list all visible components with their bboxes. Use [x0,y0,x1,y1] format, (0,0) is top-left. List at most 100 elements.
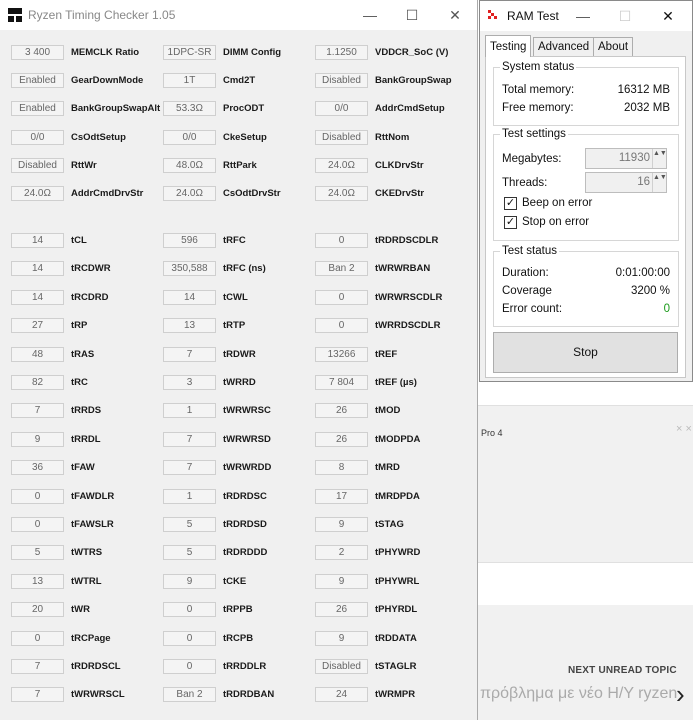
test-status-group: Test status Duration: 0:01:00:00 Coverag… [493,244,679,327]
value-field[interactable]: 13 [11,573,64,589]
value-field[interactable]: 0 [163,602,216,618]
value-field[interactable]: 27 [11,318,64,334]
value-field[interactable]: 350,588 [163,261,216,277]
value-field[interactable]: 24.0Ω [315,186,368,201]
stop-button[interactable]: Stop [493,332,678,373]
next-topic-link[interactable]: πρόβλημα με νέο Η/Υ ryzen [480,685,677,703]
beep-on-error-checkbox[interactable]: ✓ [504,197,517,210]
threads-spin-icon[interactable]: ▲▼ [652,173,667,192]
ramtest-title-bar[interactable]: RAM Test — ☐ ✕ [480,1,692,31]
value-field[interactable]: 7 [163,431,216,447]
value-field[interactable]: 5 [163,517,216,532]
parameter-label: tRAS [71,348,95,360]
value-field[interactable]: 0 [11,517,64,532]
value-field[interactable]: 3 400 [11,45,64,60]
value-field[interactable]: 26 [315,403,368,419]
value-field[interactable]: 1 [163,403,216,419]
value-field[interactable]: 7 [163,460,216,476]
value-field[interactable]: 26 [315,602,368,618]
value-field[interactable]: 53.3Ω [163,101,216,117]
value-field[interactable]: 1T [163,73,216,89]
value-field[interactable]: 0/0 [11,129,64,145]
value-field[interactable]: 8 [315,460,368,476]
megabytes-input[interactable]: 11930 ▲▼ [585,148,667,169]
value-field[interactable]: Ban 2 [315,261,368,277]
value-field[interactable]: 5 [11,545,64,561]
parameter-label: tRDDATA [375,632,417,644]
value-field[interactable]: Ban 2 [163,687,216,703]
title-bar[interactable]: Ryzen Timing Checker 1.05 — ☐ ✕ [0,0,477,30]
value-field[interactable]: 24.0Ω [163,186,216,201]
value-field[interactable]: Disabled [315,659,368,674]
value-field[interactable]: 7 [11,687,64,703]
value-field[interactable]: 1DPC-SR [163,45,216,60]
value-field[interactable]: 14 [163,289,216,305]
close-button[interactable]: ✕ [445,5,465,25]
value-field[interactable]: 0 [315,318,368,334]
value-field[interactable]: Enabled [11,101,64,117]
value-field[interactable]: 7 804 [315,375,368,390]
total-memory-label: Total memory: [502,84,575,96]
parameter-label: DIMM Config [223,47,282,58]
tab-advanced[interactable]: Advanced [533,37,595,56]
parameter-label: tRCDWR [71,263,111,275]
beep-on-error-label[interactable]: Beep on error [522,196,592,211]
value-field[interactable]: 26 [315,431,368,447]
value-field[interactable]: 7 [11,659,64,674]
parameter-label: tRFC (ns) [223,263,266,275]
parameter-label: tCWL [223,291,248,303]
ramtest-minimize-button[interactable]: — [573,6,593,26]
value-field[interactable]: 20 [11,602,64,618]
value-field[interactable]: 1.1250 [315,45,368,60]
value-field[interactable]: 0 [163,630,216,646]
value-field[interactable]: Disabled [315,129,368,145]
value-field[interactable]: 14 [11,289,64,305]
value-field[interactable]: 48 [11,346,64,362]
value-field[interactable]: Enabled [11,73,64,89]
value-field[interactable]: Disabled [315,73,368,89]
value-field[interactable]: 9 [163,573,216,589]
value-field[interactable]: 13266 [315,346,368,362]
value-field[interactable]: 7 [163,346,216,362]
value-field[interactable]: 82 [11,375,64,390]
value-field[interactable]: 1 [163,488,216,504]
value-field[interactable]: 0 [11,488,64,504]
value-field[interactable]: 9 [315,630,368,646]
value-field[interactable]: 13 [163,318,216,334]
value-field[interactable]: 5 [163,545,216,561]
ramtest-close-button[interactable]: ✕ [658,6,678,26]
value-field[interactable]: 36 [11,460,64,476]
stop-on-error-checkbox[interactable]: ✓ [504,216,517,229]
system-status-group: System status Total memory: 16312 MB Fre… [493,60,679,126]
stop-on-error-label[interactable]: Stop on error [522,215,589,230]
value-field[interactable]: 24.0Ω [11,186,64,201]
value-field[interactable]: 48.0Ω [163,157,216,173]
value-field[interactable]: 0/0 [315,101,368,117]
tab-testing[interactable]: Testing [485,35,532,57]
value-field[interactable]: 9 [315,573,368,589]
chevron-right-icon[interactable]: › [676,680,685,708]
tab-about[interactable]: About [593,37,634,56]
value-field[interactable]: 0 [163,659,216,674]
value-field[interactable]: Disabled [11,157,64,173]
value-field[interactable]: 24.0Ω [315,157,368,173]
value-field[interactable]: 0 [11,630,64,646]
value-field[interactable]: 9 [315,517,368,532]
forum-close-icon[interactable]: × × [676,423,692,435]
minimize-button[interactable]: — [360,5,380,25]
value-field[interactable]: 14 [11,261,64,277]
value-field[interactable]: 17 [315,488,368,504]
value-field[interactable]: 596 [163,233,216,248]
value-field[interactable]: 0 [315,289,368,305]
value-field[interactable]: 0 [315,233,368,248]
value-field[interactable]: 3 [163,375,216,390]
maximize-button[interactable]: ☐ [402,5,422,25]
value-field[interactable]: 14 [11,233,64,248]
threads-input[interactable]: 16 ▲▼ [585,172,667,193]
value-field[interactable]: 2 [315,545,368,561]
value-field[interactable]: 24 [315,687,368,703]
value-field[interactable]: 9 [11,431,64,447]
value-field[interactable]: 7 [11,403,64,419]
megabytes-spin-icon[interactable]: ▲▼ [652,149,667,168]
value-field[interactable]: 0/0 [163,129,216,145]
